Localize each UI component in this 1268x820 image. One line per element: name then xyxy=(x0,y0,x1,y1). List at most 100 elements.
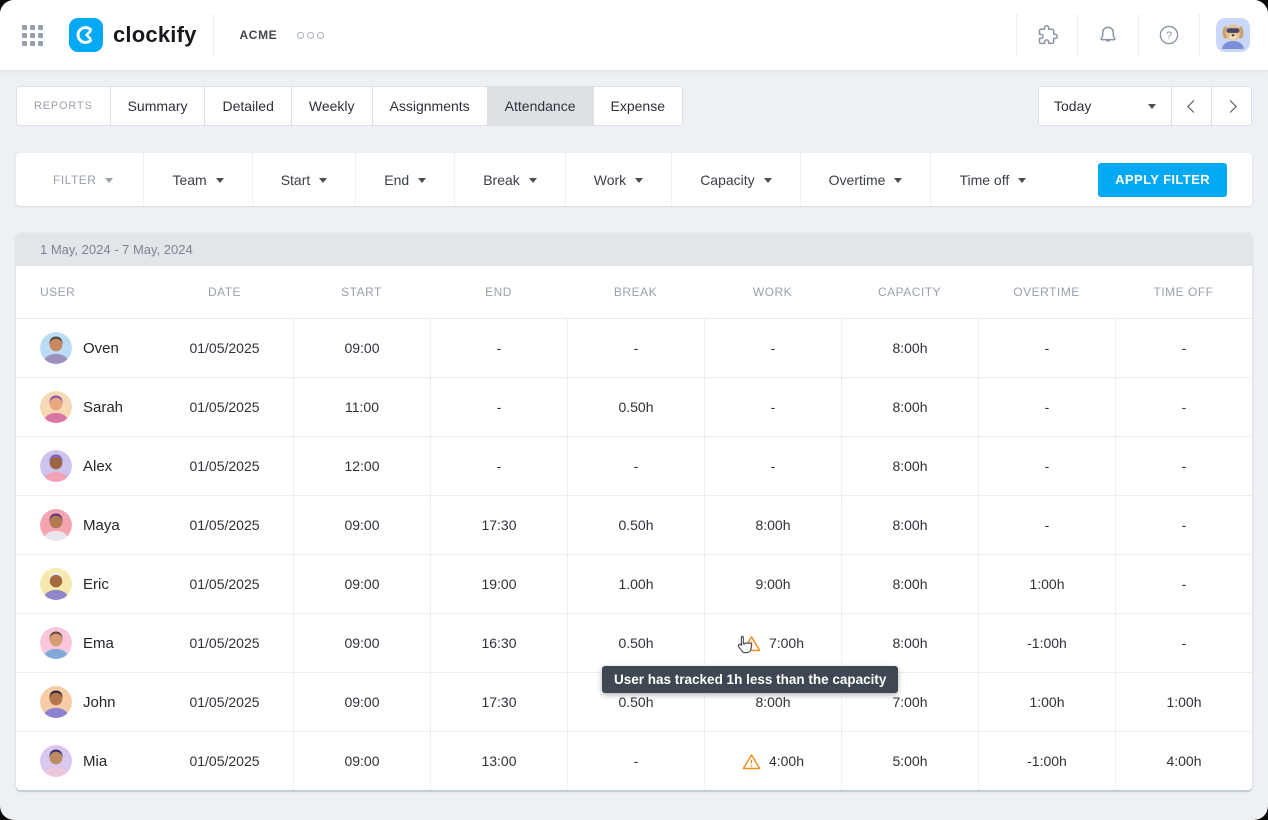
cell-time-off: - xyxy=(1115,319,1252,377)
apps-grid-icon[interactable] xyxy=(22,25,43,46)
filter-work[interactable]: Work xyxy=(565,153,671,206)
cell-break: 1.00h xyxy=(567,555,704,613)
reports-section-label: REPORTS xyxy=(16,86,111,126)
period-select[interactable]: Today xyxy=(1038,86,1172,126)
report-tabs-group: REPORTS SummaryDetailedWeeklyAssignments… xyxy=(16,86,683,126)
help-button[interactable]: ? xyxy=(1139,23,1199,47)
table-row: Maya01/05/202509:0017:300.50h8:00h8:00h-… xyxy=(16,496,1252,555)
table-row: Mia01/05/202509:0013:00-4:00h5:00h-1:00h… xyxy=(16,732,1252,790)
cell-user[interactable]: John xyxy=(16,673,156,731)
tab-summary[interactable]: Summary xyxy=(110,86,206,126)
chevron-down-icon xyxy=(529,178,537,187)
user-avatar xyxy=(40,450,72,482)
cell-overtime: - xyxy=(978,496,1115,554)
column-header-user: USER xyxy=(16,285,156,299)
cell-capacity: 8:00h xyxy=(841,437,978,495)
filter-end[interactable]: End xyxy=(355,153,454,206)
cell-user[interactable]: Maya xyxy=(16,496,156,554)
cell-date: 01/05/2025 xyxy=(156,496,293,554)
column-header-overtime: OVERTIME xyxy=(978,285,1115,299)
work-value: 7:00h xyxy=(769,635,804,651)
previous-period-button[interactable] xyxy=(1171,86,1212,126)
chevron-down-icon xyxy=(894,178,902,187)
tab-assignments[interactable]: Assignments xyxy=(372,86,488,126)
tooltip: User has tracked 1h less than the capaci… xyxy=(602,666,898,693)
filter-label-dropdown[interactable]: FILTER xyxy=(16,153,143,206)
column-header-time-off: TIME OFF xyxy=(1115,285,1252,299)
filter-fields: TeamStart End Break Work Capacity OvertimeTim… xyxy=(143,153,1054,206)
cell-date: 01/05/2025 xyxy=(156,319,293,377)
cell-end: 17:30 xyxy=(430,496,567,554)
tab-attendance[interactable]: Attendance xyxy=(487,86,594,126)
cell-capacity: 8:00h xyxy=(841,378,978,436)
filter-overtime[interactable]: Overtime xyxy=(800,153,931,206)
filter-field-label: Capacity xyxy=(700,172,754,188)
tab-weekly[interactable]: Weekly xyxy=(291,86,373,126)
cell-capacity: 8:00h xyxy=(841,614,978,672)
column-header-work: WORK xyxy=(704,285,841,299)
user-name: Sarah xyxy=(83,399,123,416)
work-value: 4:00h xyxy=(769,753,804,769)
table-row: Sarah01/05/202511:00-0.50h-8:00h-- xyxy=(16,378,1252,437)
filter-start[interactable]: Start xyxy=(252,153,356,206)
cell-end: 17:30 xyxy=(430,673,567,731)
notifications-button[interactable] xyxy=(1078,23,1138,47)
cell-time-off: - xyxy=(1115,555,1252,613)
brand-logo[interactable]: clockify xyxy=(69,18,197,52)
cell-break: 0.50h xyxy=(567,496,704,554)
cell-user[interactable]: Oven xyxy=(16,319,156,377)
cell-break: 0.50h xyxy=(567,378,704,436)
cell-break: - xyxy=(567,437,704,495)
cell-work: 7:00h xyxy=(704,614,841,672)
cell-user[interactable]: Ema xyxy=(16,614,156,672)
dog-avatar-image xyxy=(1216,18,1250,52)
cell-date: 01/05/2025 xyxy=(156,614,293,672)
cell-time-off: - xyxy=(1115,437,1252,495)
cell-overtime: -1:00h xyxy=(978,614,1115,672)
cell-work: 8:00h xyxy=(704,496,841,554)
more-options-icon[interactable] xyxy=(297,32,324,39)
cell-date: 01/05/2025 xyxy=(156,555,293,613)
tab-expense[interactable]: Expense xyxy=(593,86,683,126)
cell-end: 16:30 xyxy=(430,614,567,672)
cell-start: 09:00 xyxy=(293,673,430,731)
cell-user[interactable]: Mia xyxy=(16,732,156,790)
apply-filter-button[interactable]: APPLY FILTER xyxy=(1098,163,1227,197)
cell-end: 19:00 xyxy=(430,555,567,613)
warning-icon[interactable] xyxy=(742,753,761,770)
filter-time-off[interactable]: Time off xyxy=(930,153,1054,206)
workspace-name[interactable]: ACME xyxy=(240,28,278,42)
user-name: Alex xyxy=(83,458,112,475)
cell-user[interactable]: Eric xyxy=(16,555,156,613)
tab-detailed[interactable]: Detailed xyxy=(204,86,291,126)
user-name: Mia xyxy=(83,753,107,770)
filter-team[interactable]: Team xyxy=(143,153,251,206)
user-avatar xyxy=(40,568,72,600)
top-bar-actions: ? xyxy=(1016,0,1268,70)
filter-field-label: End xyxy=(384,172,409,188)
chevron-right-icon xyxy=(1224,100,1237,113)
next-period-button[interactable] xyxy=(1211,86,1252,126)
filter-field-label: Work xyxy=(594,172,626,188)
divider xyxy=(1199,15,1200,55)
chevron-down-icon xyxy=(319,178,327,187)
integrations-button[interactable] xyxy=(1017,23,1077,47)
cell-end: - xyxy=(430,319,567,377)
top-bar: clockify ACME ? xyxy=(0,0,1268,71)
user-name: Oven xyxy=(83,340,119,357)
filter-break[interactable]: Break xyxy=(454,153,565,206)
cell-capacity: 5:00h xyxy=(841,732,978,790)
table-header-row: USERDATESTARTENDBREAKWORKCAPACITYOVERTIM… xyxy=(16,266,1252,319)
user-name: Eric xyxy=(83,576,109,593)
cell-work: 9:00h xyxy=(704,555,841,613)
cell-user[interactable]: Sarah xyxy=(16,378,156,436)
user-name: Ema xyxy=(83,635,114,652)
cell-work: - xyxy=(704,437,841,495)
cell-date: 01/05/2025 xyxy=(156,732,293,790)
cell-time-off: - xyxy=(1115,496,1252,554)
chevron-down-icon xyxy=(418,178,426,187)
tabs-row: REPORTS SummaryDetailedWeeklyAssignments… xyxy=(16,86,1252,126)
cell-user[interactable]: Alex xyxy=(16,437,156,495)
profile-avatar[interactable] xyxy=(1216,18,1250,52)
filter-capacity[interactable]: Capacity xyxy=(671,153,799,206)
